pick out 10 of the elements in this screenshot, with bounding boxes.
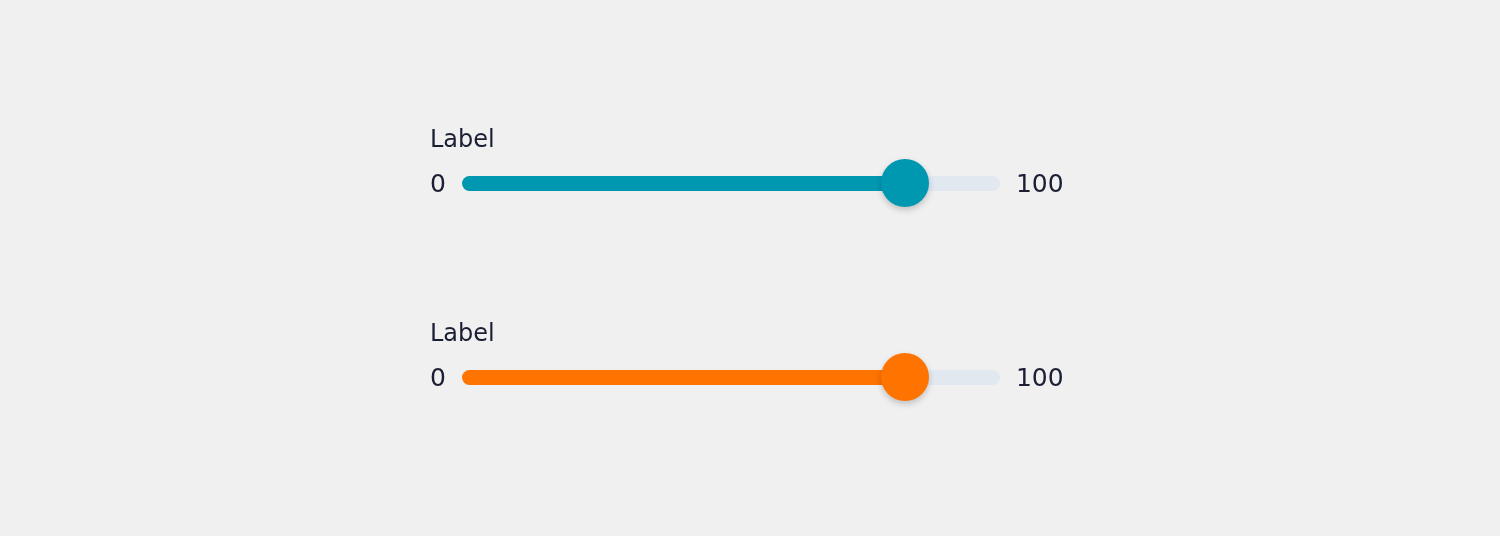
slider-thumb[interactable] — [880, 159, 929, 207]
slider-label: Label — [430, 318, 496, 349]
slider-label: Label — [430, 124, 496, 155]
slider[interactable] — [461, 353, 1000, 401]
max-value: 100 — [1015, 168, 1064, 198]
slider[interactable] — [461, 159, 1000, 207]
max-value: 100 — [1015, 362, 1064, 392]
slider-thumb[interactable] — [880, 353, 929, 401]
min-value: 0 — [430, 168, 446, 198]
min-value: 0 — [430, 362, 446, 392]
